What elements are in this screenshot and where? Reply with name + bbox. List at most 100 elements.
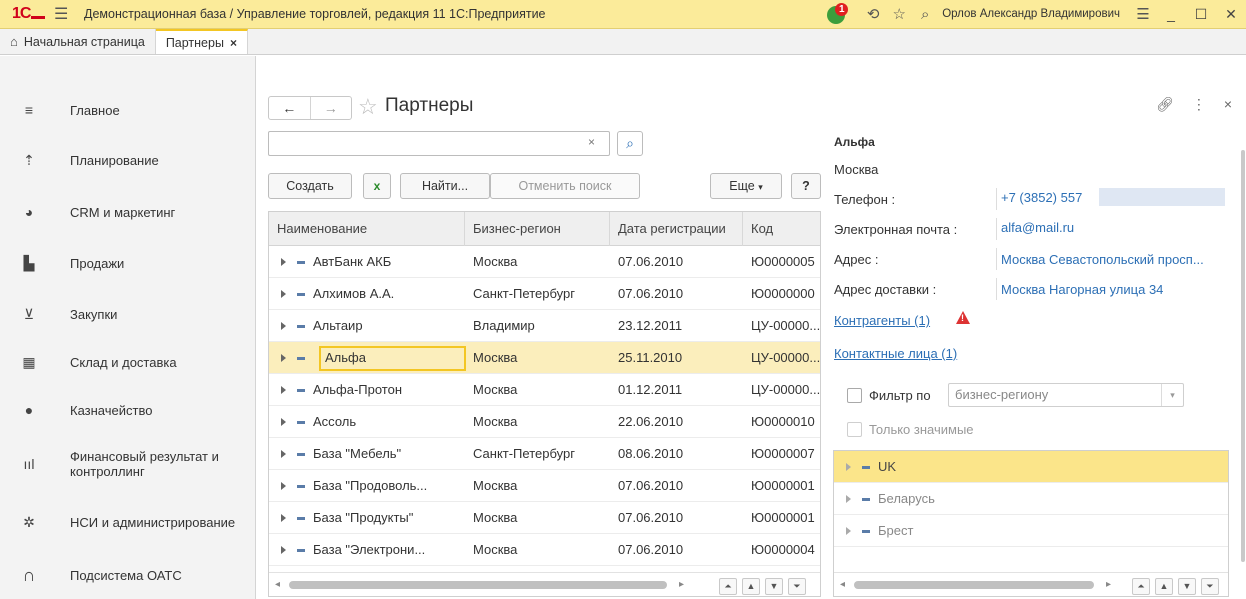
expand-icon[interactable] (281, 450, 286, 458)
tree-row[interactable]: Беларусь (834, 483, 1228, 515)
tab-partners[interactable]: Партнеры × (155, 29, 248, 54)
tree-row[interactable]: UK (834, 451, 1228, 483)
contacts-link[interactable]: Контактные лица (1) (834, 346, 957, 361)
table-row[interactable]: АвтБанк АКБ Москва 07.06.2010 Ю0000005 (269, 246, 820, 278)
filter-select[interactable]: бизнес-региону ▾ (948, 383, 1184, 407)
expand-icon[interactable] (281, 258, 286, 266)
sidebar-item-purchases[interactable]: ⊻ Закупки (0, 290, 256, 338)
close-form-icon[interactable]: × (1224, 96, 1232, 113)
scroll-right-icon[interactable]: ▸ (679, 579, 684, 590)
scroll-top-button[interactable]: ⏶ (719, 578, 737, 595)
contractors-link[interactable]: Контрагенты (1) (834, 313, 930, 328)
sidebar-item-sales[interactable]: ▙ Продажи (0, 239, 256, 287)
table-row[interactable]: База "Мебель" Санкт-Петербург 08.06.2010 Ю0… (269, 438, 820, 470)
tree-row[interactable]: Брест (834, 515, 1228, 547)
sidebar-item-label: Склад и доставка (70, 354, 177, 370)
expand-icon[interactable] (281, 290, 286, 298)
scroll-down-button[interactable]: ▼ (765, 578, 783, 595)
cell-date: 07.06.2010 (618, 254, 684, 269)
maximize-button[interactable]: ☐ (1186, 6, 1216, 23)
expand-icon[interactable] (281, 386, 286, 394)
scroll-bottom-button[interactable]: ⏷ (1201, 578, 1219, 595)
cell-code: Ю0000005 (751, 254, 815, 269)
partner-item-icon (297, 357, 305, 360)
sidebar-item-main[interactable]: ≡ Главное (0, 86, 256, 134)
main-menu-icon[interactable]: ☰ (54, 4, 76, 24)
clear-search-icon[interactable]: × (588, 135, 595, 149)
expand-icon[interactable] (281, 418, 286, 426)
expand-icon[interactable] (846, 527, 851, 535)
only-important-checkbox[interactable] (847, 422, 862, 437)
table-row[interactable]: База "Продукты" Москва 07.06.2010 Ю0000001 (269, 502, 820, 534)
column-header-region[interactable]: Бизнес-регион (465, 212, 610, 246)
expand-icon[interactable] (281, 354, 286, 362)
scroll-right-icon[interactable]: ▸ (1106, 579, 1111, 590)
more-vertical-icon[interactable]: ⋮ (1192, 96, 1206, 113)
item-icon (862, 466, 870, 469)
back-button[interactable]: ← (269, 97, 310, 119)
sidebar-item-warehouse[interactable]: ▦ Склад и доставка (0, 338, 256, 386)
expand-icon[interactable] (846, 463, 851, 471)
table-row[interactable]: Алхимов А.А. Санкт-Петербург 07.06.2010 Ю00… (269, 278, 820, 310)
scroll-up-button[interactable]: ▲ (742, 578, 760, 595)
tab-home[interactable]: ⌂ Начальная страница (0, 29, 156, 54)
scroll-left-icon[interactable]: ◂ (840, 579, 845, 590)
email-value[interactable]: alfa@mail.ru (1001, 220, 1233, 235)
find-button[interactable]: Найти... (400, 173, 490, 199)
search-input[interactable] (268, 131, 610, 156)
search-button[interactable]: ⌕ (617, 131, 643, 156)
favorite-star-icon[interactable]: ☆ (358, 94, 378, 120)
expand-icon[interactable] (281, 482, 286, 490)
table-row[interactable]: Альфа-Протон Москва 01.12.2011 ЦУ-00000... (269, 374, 820, 406)
expand-icon[interactable] (281, 514, 286, 522)
table-row[interactable]: Альтаир Владимир 23.12.2011 ЦУ-00000... (269, 310, 820, 342)
favorites-star-icon[interactable]: ☆ (886, 5, 912, 23)
scroll-bottom-button[interactable]: ⏷ (788, 578, 806, 595)
panel-vertical-scrollbar[interactable] (1241, 150, 1245, 562)
address-value[interactable]: Москва Севастопольский просп... (1001, 252, 1233, 267)
create-button[interactable]: Создать (268, 173, 352, 199)
column-header-name[interactable]: Наименование (269, 212, 465, 246)
address-label: Адрес : (834, 252, 879, 267)
sidebar-item-crm[interactable]: ◕ CRM и маркетинг (0, 188, 256, 236)
expand-icon[interactable] (846, 495, 851, 503)
column-header-date[interactable]: Дата регистрации (610, 212, 743, 246)
scroll-top-button[interactable]: ⏶ (1132, 578, 1150, 595)
scroll-left-icon[interactable]: ◂ (275, 579, 280, 590)
sidebar-item-administration[interactable]: ✲ НСИ и администрирование (0, 498, 256, 546)
scroll-thumb[interactable] (854, 581, 1094, 589)
sidebar-item-oats[interactable]: ∩ Подсистема ОАТС (0, 551, 256, 599)
scroll-thumb[interactable] (289, 581, 667, 589)
notifications-button[interactable]: 1 (826, 3, 852, 25)
history-icon[interactable]: ⟲ (860, 5, 886, 23)
filter-checkbox[interactable] (847, 388, 862, 403)
horizontal-scrollbar[interactable]: ◂ ▸ ⏶ ▲ ▼ ⏷ (269, 572, 820, 596)
expand-icon[interactable] (281, 546, 286, 554)
sidebar-item-planning[interactable]: ⇡ Планирование (0, 136, 256, 184)
settings-menu-icon[interactable]: ☰ (1130, 5, 1156, 23)
table-row[interactable]: Ассоль Москва 22.06.2010 Ю0000010 (269, 406, 820, 438)
scroll-down-button[interactable]: ▼ (1178, 578, 1196, 595)
table-row[interactable]: База "Продоволь... Москва 07.06.2010 Ю00000… (269, 470, 820, 502)
tree-horizontal-scrollbar[interactable]: ◂ ▸ ⏶ ▲ ▼ ⏷ (834, 572, 1228, 596)
link-icon[interactable]: 🔗︎ (1156, 96, 1174, 113)
forward-button[interactable]: → (309, 97, 352, 119)
close-tab-icon[interactable]: × (230, 36, 237, 50)
sidebar-item-financial-result[interactable]: ııl Финансовый результат и контроллинг (0, 440, 256, 488)
help-button[interactable]: ? (791, 173, 821, 199)
sidebar-item-treasury[interactable]: ● Казначейство (0, 386, 256, 434)
search-icon[interactable]: ⌕ (912, 6, 938, 23)
chevron-down-icon[interactable]: ▾ (1161, 384, 1183, 406)
table-row[interactable]: Альфа Москва 25.11.2010 ЦУ-00000... (269, 342, 820, 374)
close-window-button[interactable]: ✕ (1216, 6, 1246, 23)
expand-icon[interactable] (281, 322, 286, 330)
delivery-address-value[interactable]: Москва Нагорная улица 34 (1001, 282, 1233, 297)
more-button[interactable]: Еще ▾ (710, 173, 782, 199)
table-row[interactable]: База "Электрони... Москва 07.06.2010 Ю00000… (269, 534, 820, 566)
cancel-search-button[interactable]: Отменить поиск (490, 173, 640, 199)
column-header-code[interactable]: Код (743, 212, 820, 246)
minimize-button[interactable]: _ (1156, 6, 1186, 22)
user-name[interactable]: Орлов Александр Владимирович (942, 8, 1120, 20)
excel-export-button[interactable]: x (363, 173, 391, 199)
scroll-up-button[interactable]: ▲ (1155, 578, 1173, 595)
